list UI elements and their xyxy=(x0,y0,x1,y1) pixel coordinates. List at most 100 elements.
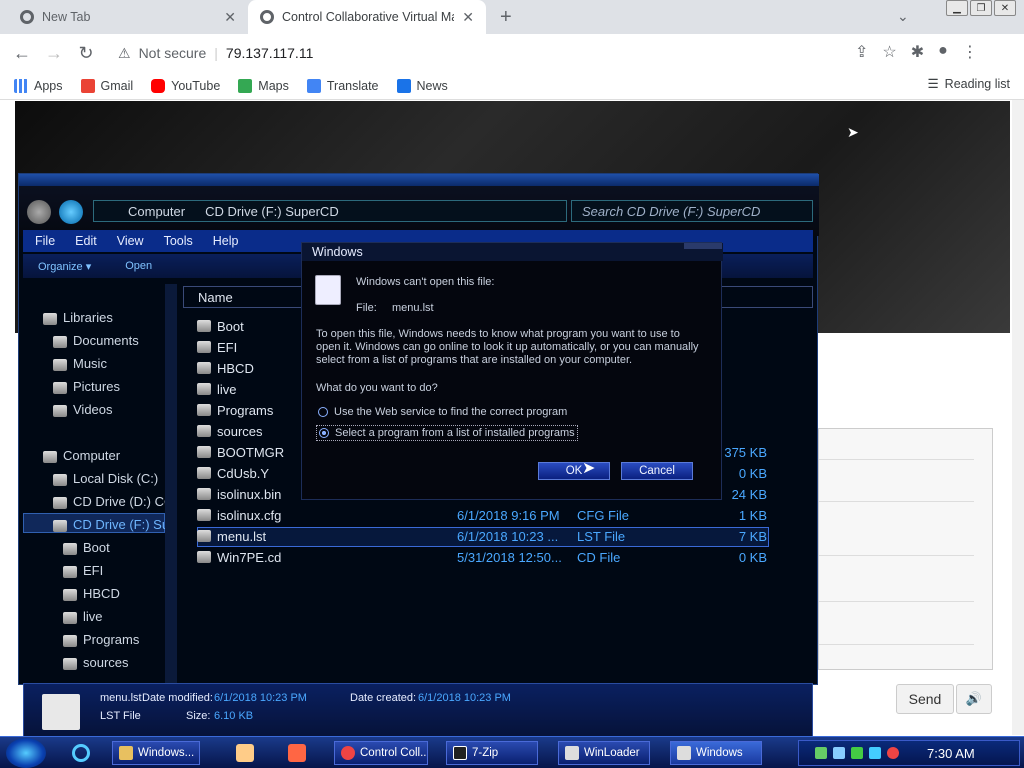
file-row[interactable]: menu.lst 6/1/2018 10:23 ... LST File 7 KB xyxy=(197,526,769,546)
nav-folder-programs[interactable]: Programs xyxy=(63,632,139,647)
bookmark-news[interactable]: News xyxy=(396,78,448,93)
new-tab-plus-icon[interactable]: + xyxy=(500,6,512,29)
nav-cd-drive-f[interactable]: CD Drive (F:) Su xyxy=(53,517,169,532)
bookmark-apps[interactable]: Apps xyxy=(14,78,63,93)
start-orb-icon[interactable] xyxy=(6,738,46,768)
tab-new-tab[interactable]: New Tab ✕ xyxy=(8,0,248,34)
paint-icon[interactable] xyxy=(288,744,306,762)
nav-folder-efi[interactable]: EFI xyxy=(63,563,103,578)
chat-log[interactable] xyxy=(818,428,993,670)
extensions-icon[interactable]: ✱ xyxy=(911,42,924,62)
explorer-address-bar[interactable]: Computer CD Drive (F:) SuperCD xyxy=(93,200,567,222)
cd-drive-icon xyxy=(53,496,67,509)
taskbar-item-chrome[interactable]: Control Coll... xyxy=(334,741,428,765)
nav-documents[interactable]: Documents xyxy=(53,333,139,348)
option-web-service[interactable]: Use the Web service to find the correct … xyxy=(318,406,567,418)
back-arrow-icon[interactable]: ← xyxy=(6,43,38,64)
nav-libraries[interactable]: Libraries xyxy=(43,310,113,325)
tab-control-collaborative[interactable]: Control Collaborative Virtual Ma ✕ xyxy=(248,0,486,34)
bookmark-label: Apps xyxy=(34,78,63,93)
menu-view[interactable]: View xyxy=(117,234,144,248)
profile-icon[interactable]: ● xyxy=(938,42,948,62)
send-button[interactable]: Send xyxy=(896,684,954,714)
chevron-down-icon[interactable]: ⌄ xyxy=(897,8,909,25)
nav-folder-live[interactable]: live xyxy=(63,609,103,624)
documents-icon xyxy=(53,335,67,348)
file-icon-large xyxy=(42,694,80,730)
nav-computer[interactable]: Computer xyxy=(43,448,120,463)
forward-arrow-icon[interactable]: → xyxy=(38,43,70,64)
file-name: Win7PE.cd xyxy=(217,549,282,565)
taskbar-item-windows-dialog[interactable]: Windows xyxy=(670,741,762,765)
maps-icon xyxy=(238,78,253,93)
forward-button[interactable] xyxy=(59,200,83,224)
option-select-program[interactable]: Select a program from a list of installe… xyxy=(316,425,578,441)
minimize-button[interactable]: ▁ xyxy=(946,0,968,16)
cancel-button[interactable]: Cancel xyxy=(621,462,693,480)
details-filename: menu.lst xyxy=(100,692,142,704)
nav-local-disk[interactable]: Local Disk (C:) xyxy=(53,471,158,486)
menu-file[interactable]: File xyxy=(35,234,55,248)
computer-icon xyxy=(43,450,57,463)
nav-videos[interactable]: Videos xyxy=(53,402,113,417)
page-scrollbar[interactable] xyxy=(1012,100,1024,735)
nav-pictures[interactable]: Pictures xyxy=(53,379,120,394)
ie-icon[interactable] xyxy=(72,744,90,762)
explain-line-1: To open this file, Windows needs to know… xyxy=(316,328,680,340)
flag-icon[interactable] xyxy=(851,747,863,759)
open-button[interactable]: Open xyxy=(125,260,152,272)
breadcrumb-computer[interactable]: Computer xyxy=(128,204,185,219)
file-row[interactable]: Win7PE.cd 5/31/2018 12:50... CD File 0 KB xyxy=(197,547,769,567)
bookmark-gmail[interactable]: Gmail xyxy=(80,78,133,93)
dialog-close-button[interactable] xyxy=(684,243,722,249)
nav-folder-hbcd[interactable]: HBCD xyxy=(63,586,120,601)
taskbar-item-7zip[interactable]: 7-Zip xyxy=(446,741,538,765)
speaker-icon[interactable]: 🔊 xyxy=(956,684,992,714)
reading-list-button[interactable]: ☰ Reading list xyxy=(927,76,1010,92)
menu-help[interactable]: Help xyxy=(213,234,239,248)
file-row[interactable]: isolinux.cfg 6/1/2018 9:16 PM CFG File 1 KB xyxy=(197,505,769,525)
nav-label: Computer xyxy=(63,448,121,463)
explorer-search-input[interactable]: Search CD Drive (F:) SuperCD xyxy=(571,200,813,222)
restore-button[interactable]: ❐ xyxy=(970,0,992,16)
record-icon[interactable] xyxy=(887,747,899,759)
nav-music[interactable]: Music xyxy=(53,356,107,371)
more-menu-icon[interactable]: ⋮ xyxy=(962,42,978,62)
star-icon[interactable]: ☆ xyxy=(882,42,896,62)
arrow-icon[interactable] xyxy=(833,747,845,759)
share-icon[interactable]: ⇪ xyxy=(855,42,868,62)
window-controls: ▁ ❐ ✕ xyxy=(946,0,1016,16)
folder-icon xyxy=(197,425,211,437)
bookmark-youtube[interactable]: YouTube xyxy=(151,78,220,93)
menu-edit[interactable]: Edit xyxy=(75,234,97,248)
monitor-icon[interactable] xyxy=(869,747,881,759)
nav-cd-drive-d[interactable]: CD Drive (D:) CC xyxy=(53,494,173,509)
close-tab-icon[interactable]: ✕ xyxy=(224,9,236,26)
breadcrumb-drive[interactable]: CD Drive (F:) SuperCD xyxy=(205,204,339,219)
taskbar-item-explorer[interactable]: Windows... xyxy=(112,741,200,765)
network-icon[interactable] xyxy=(815,747,827,759)
cd-drive-icon xyxy=(53,519,67,532)
nav-folder-sources[interactable]: sources xyxy=(63,655,129,670)
nav-scrollbar[interactable] xyxy=(165,284,177,684)
nav-folder-boot[interactable]: Boot xyxy=(63,540,110,555)
clock[interactable]: 7:30 AM xyxy=(927,746,975,761)
menu-tools[interactable]: Tools xyxy=(164,234,193,248)
media-player-icon[interactable] xyxy=(236,744,254,762)
taskbar-item-winloader[interactable]: WinLoader xyxy=(558,741,650,765)
close-tab-icon[interactable]: ✕ xyxy=(462,9,474,26)
bookmark-translate[interactable]: Translate xyxy=(306,78,379,93)
library-icon xyxy=(43,312,57,325)
back-button[interactable] xyxy=(27,200,51,224)
organize-button[interactable]: Organize ▾ xyxy=(38,260,91,273)
bookmark-maps[interactable]: Maps xyxy=(238,78,289,93)
file-icon xyxy=(197,446,211,458)
dialog-title: Windows xyxy=(302,243,723,261)
close-window-button[interactable]: ✕ xyxy=(994,0,1016,16)
address-bar[interactable]: ⚠ Not secure | 79.137.117.11 xyxy=(110,38,910,68)
nav-label: Boot xyxy=(83,540,110,555)
file-icon xyxy=(197,530,211,542)
ok-button[interactable]: OK xyxy=(538,462,610,480)
cant-open-text: Windows can't open this file: xyxy=(356,276,495,288)
reload-icon[interactable]: ↻ xyxy=(70,43,102,64)
